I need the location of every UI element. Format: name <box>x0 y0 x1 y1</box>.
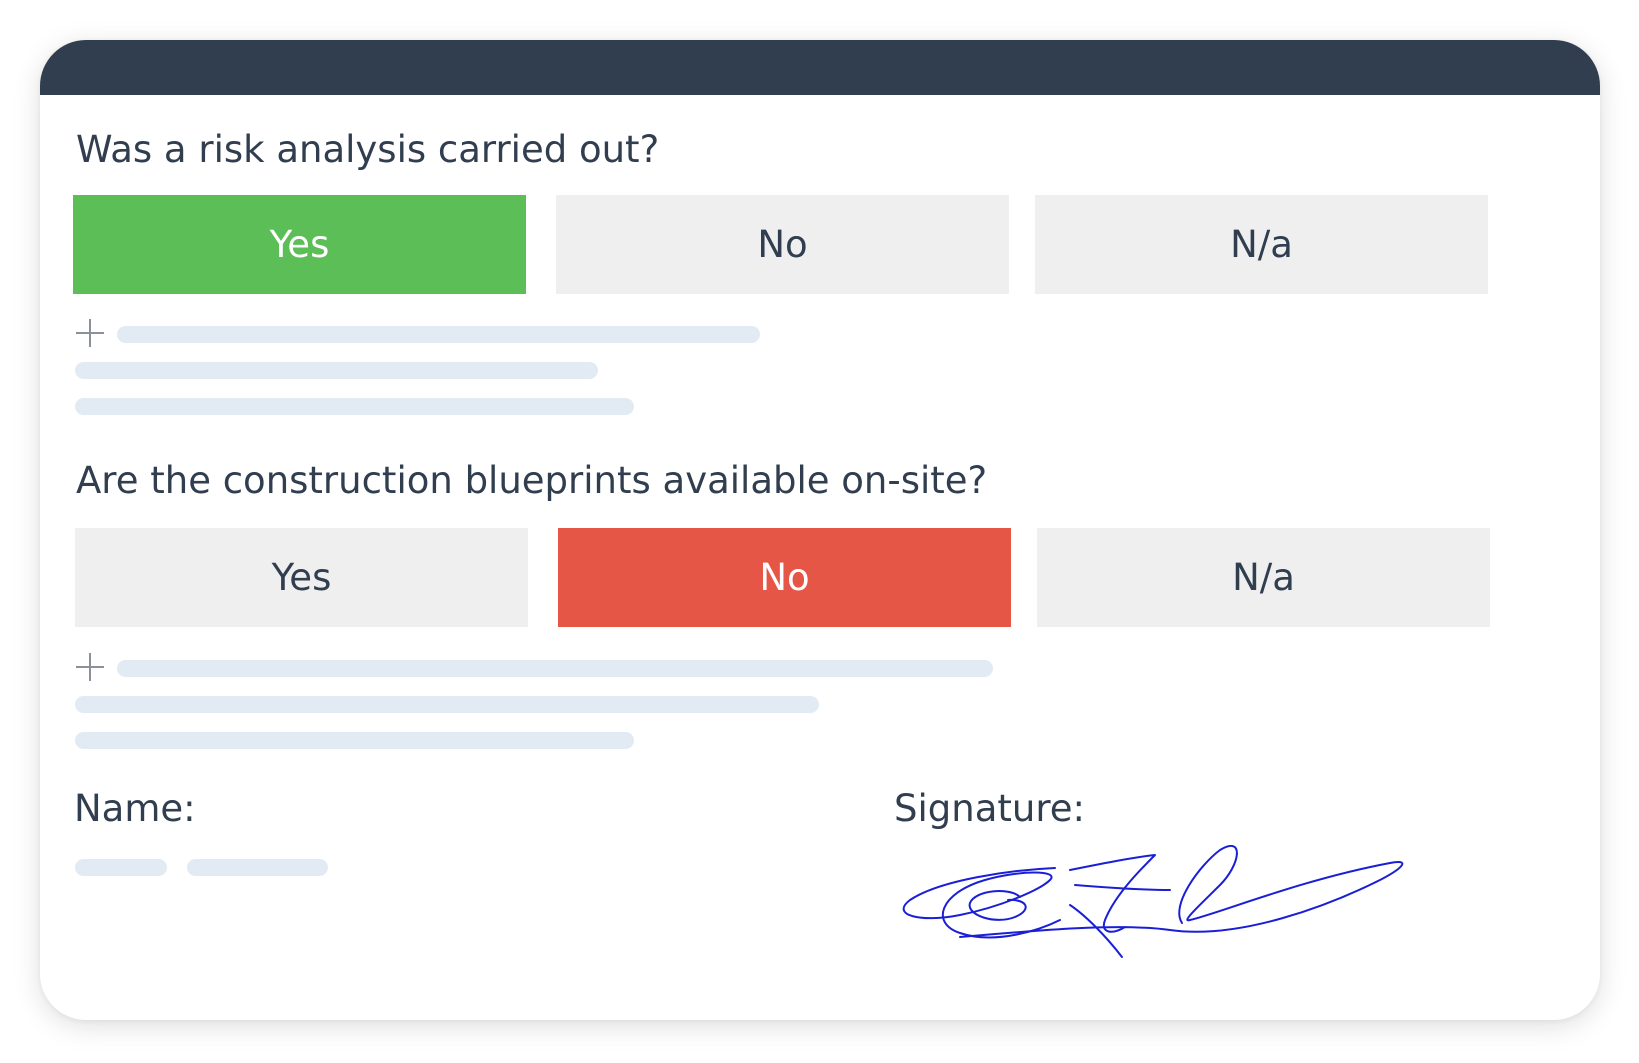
q1-yes-button[interactable]: Yes <box>73 195 526 294</box>
q1-note-line-3 <box>75 398 634 415</box>
add-note-icon[interactable] <box>75 318 105 348</box>
question-1-text: Was a risk analysis carried out? <box>76 128 660 171</box>
q1-na-button[interactable]: N/a <box>1035 195 1488 294</box>
q2-na-button[interactable]: N/a <box>1037 528 1490 627</box>
name-placeholder-first <box>75 859 167 876</box>
name-placeholder-last <box>187 859 328 876</box>
q2-note-line-3 <box>75 732 634 749</box>
q1-no-button[interactable]: No <box>556 195 1009 294</box>
question-2-text: Are the construction blueprints availabl… <box>76 459 988 502</box>
q1-note-line-2 <box>75 362 598 379</box>
q2-note-line-1 <box>117 660 993 677</box>
q2-no-button[interactable]: No <box>558 528 1011 627</box>
add-note-icon[interactable] <box>75 652 105 682</box>
q2-yes-button[interactable]: Yes <box>75 528 528 627</box>
name-label: Name: <box>74 787 196 830</box>
signature-drawing <box>902 845 1404 958</box>
q2-note-line-2 <box>75 696 819 713</box>
q1-note-line-1 <box>117 326 760 343</box>
header-bar <box>40 40 1600 95</box>
signature-label: Signature: <box>894 787 1085 830</box>
